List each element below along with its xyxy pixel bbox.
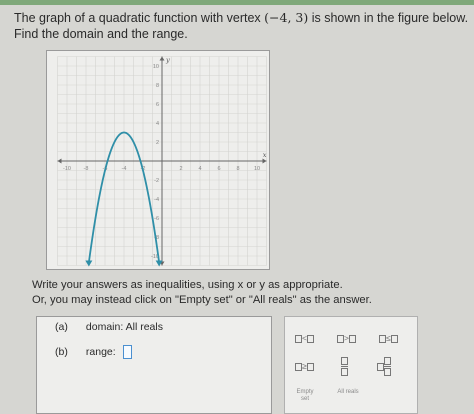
y-axis-arrow-up [159, 56, 165, 61]
greater-than-key[interactable]: > [337, 333, 356, 343]
x-tick-label: 8 [236, 166, 239, 172]
top-accent-bar [0, 0, 474, 5]
instructions-line-2: Or, you may instead click on "Empty set"… [32, 294, 372, 306]
x-tick-label: 10 [254, 166, 260, 172]
instructions-line-1: Write your answers as inequalities, usin… [32, 279, 343, 291]
vertex-value: (−4, 3) [264, 10, 309, 25]
less-than-key[interactable]: < [295, 333, 314, 343]
range-row: (b) range: [55, 345, 132, 359]
domain-row: (a) domain: All reals [55, 321, 163, 333]
problem-statement: The graph of a quadratic function with v… [14, 10, 468, 42]
empty-set-button[interactable]: Empty set [293, 389, 317, 403]
y-tick-label: -6 [154, 216, 159, 222]
y-tick-label: -2 [154, 178, 159, 184]
range-label: range: [85, 345, 116, 358]
problem-text: The graph of a quadratic function with v… [14, 11, 265, 25]
y-tick-label: 6 [156, 102, 159, 108]
y-tick-label: -4 [154, 197, 159, 203]
parabola-graph: -10 -8 -6 -4 -2 2 4 6 8 10108642-2-4-6-8-10xy [57, 56, 267, 267]
x-axis-arrow-left [57, 158, 62, 164]
all-reals-button[interactable]: All reals [337, 389, 359, 396]
y-tick-label: 2 [156, 140, 159, 146]
y-tick-label: 4 [156, 121, 159, 127]
fraction-key[interactable] [341, 357, 348, 376]
graph-panel: -10 -8 -6 -4 -2 2 4 6 8 10 10 8 6 4 2 -2 -4 -6 -8 -10 x y [46, 50, 270, 270]
answer-panel: (a) domain: All reals (b) range: [36, 316, 272, 414]
mixed-number-key[interactable] [377, 357, 391, 376]
x-tick-label: 2 [179, 166, 182, 172]
answer-keypad: < > ≤ ≥ Empty set All reals [284, 316, 418, 414]
x-axis-label: x [263, 151, 267, 159]
x-tick-label: 4 [198, 166, 201, 172]
y-axis-label: y [165, 56, 170, 64]
problem-line-2: Find the domain and the range. [14, 27, 188, 41]
less-equal-key[interactable]: ≤ [379, 333, 398, 343]
range-input[interactable] [122, 345, 132, 359]
problem-text-end: is shown in the figure below. [308, 11, 469, 25]
x-tick-label: -4 [122, 166, 127, 172]
y-tick-label: 10 [153, 64, 159, 70]
part-b-label: (b) [55, 345, 68, 358]
x-tick-label: 6 [217, 166, 220, 172]
x-axis-arrow-right [262, 158, 267, 164]
instructions: Write your answers as inequalities, usin… [32, 278, 372, 308]
x-tick-label: -8 [84, 166, 89, 172]
greater-equal-key[interactable]: ≥ [295, 361, 314, 371]
problem-line-1: The graph of a quadratic function with v… [14, 10, 468, 26]
domain-answer[interactable]: domain: All reals [86, 321, 163, 333]
y-tick-label: 8 [156, 83, 159, 89]
part-a-label: (a) [55, 321, 68, 333]
x-tick-label: -10 [63, 166, 71, 172]
